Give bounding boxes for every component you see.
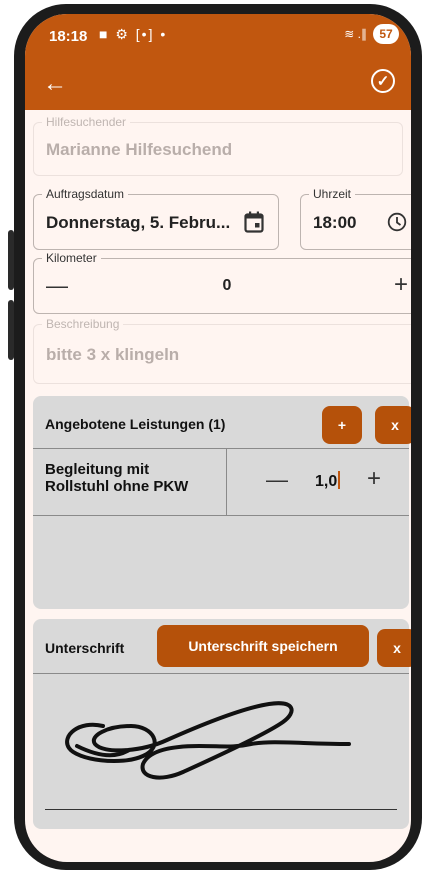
status-time: 18:18 <box>49 28 88 45</box>
beschreibung-label: Beschreibung <box>42 317 124 331</box>
phone-power-button <box>8 300 14 360</box>
calendar-icon[interactable] <box>244 211 264 238</box>
text-cursor <box>338 471 341 489</box>
leistung-plus-button[interactable]: + <box>367 465 381 493</box>
auftragsdatum-value: Donnerstag, 5. Febru... <box>46 213 231 232</box>
beschreibung-value: bitte 3 x klingeln <box>46 345 180 364</box>
leistung-column-divider <box>226 449 227 515</box>
kilometer-field: Kilometer — 0 + <box>33 251 411 314</box>
hilfesuchender-field: Hilfesuchender Marianne Hilfesuchend <box>33 115 403 176</box>
unterschrift-title: Unterschrift <box>45 640 125 656</box>
leistung-quantity-value: 1,0 <box>315 473 338 490</box>
signal-icon: ≋ .∥ <box>344 27 367 41</box>
status-right-group: ≋ .∥ 57 <box>344 24 399 44</box>
app-screen: 18:18 ■ ⚙ [•] • ≋ .∥ 57 ← ✓ Hilfesuchend… <box>25 14 411 862</box>
back-arrow-icon[interactable]: ← <box>43 72 67 96</box>
leistung-minus-button[interactable]: — <box>266 467 288 493</box>
leistungen-section: Angebotene Leistungen (1) + x Begleitung… <box>33 396 411 609</box>
leistung-row-divider <box>33 515 409 516</box>
remove-leistung-button[interactable]: x <box>375 406 411 444</box>
uhrzeit-value: 18:00 <box>313 213 357 232</box>
notification-icons: ■ ⚙ [•] • <box>99 26 168 42</box>
leistung-name: Begleitung mit Rollstuhl ohne PKW <box>45 461 189 495</box>
unterschrift-section: Unterschrift Unterschrift speichern x <box>33 619 411 829</box>
leistung-row: Begleitung mit Rollstuhl ohne PKW — 1,0 … <box>33 449 409 515</box>
phone-volume-button <box>8 230 14 290</box>
status-bar: 18:18 ■ ⚙ [•] • ≋ .∥ 57 <box>25 14 411 58</box>
signature-pad[interactable] <box>33 674 409 824</box>
leistung-quantity[interactable]: 1,0 <box>315 471 341 491</box>
auftragsdatum-field[interactable]: Auftragsdatum Donnerstag, 5. Febru... <box>33 187 279 250</box>
kilometer-label: Kilometer <box>42 251 101 265</box>
uhrzeit-label: Uhrzeit <box>309 187 356 201</box>
beschreibung-field[interactable]: Beschreibung bitte 3 x klingeln <box>33 317 411 384</box>
auftragsdatum-label: Auftragsdatum <box>42 187 129 201</box>
uhrzeit-field[interactable]: Uhrzeit 18:00 <box>300 187 411 250</box>
kilometer-plus-button[interactable]: + <box>394 271 408 299</box>
signature-stroke <box>65 701 351 780</box>
add-leistung-button[interactable]: + <box>322 406 362 444</box>
clock-icon[interactable] <box>387 212 407 237</box>
hilfesuchender-label: Hilfesuchender <box>42 115 131 129</box>
confirm-check-icon[interactable]: ✓ <box>371 69 395 93</box>
leistungen-title: Angebotene Leistungen (1) <box>45 416 226 432</box>
signature-baseline <box>45 809 397 810</box>
hilfesuchender-value: Marianne Hilfesuchend <box>46 140 233 159</box>
kilometer-value[interactable]: 0 <box>34 277 411 295</box>
clear-signature-button[interactable]: x <box>377 629 411 667</box>
battery-icon: 57 <box>373 24 399 44</box>
save-signature-button[interactable]: Unterschrift speichern <box>157 625 369 667</box>
app-bar: 18:18 ■ ⚙ [•] • ≋ .∥ 57 ← ✓ <box>25 14 411 110</box>
